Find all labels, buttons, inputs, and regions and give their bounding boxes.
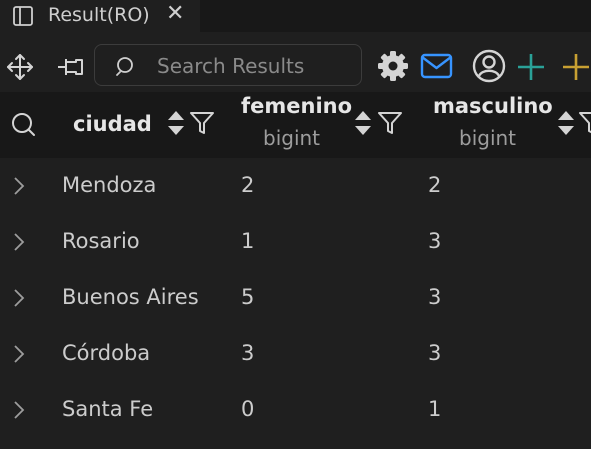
filter-icon[interactable]	[377, 110, 403, 136]
search-input[interactable]	[155, 51, 359, 81]
cell-ciudad: Santa Fe	[62, 397, 154, 421]
cell-femenino: 5	[241, 285, 255, 309]
gear-icon[interactable]	[377, 50, 409, 82]
search-box[interactable]	[94, 44, 362, 86]
column-type-femenino: bigint	[263, 126, 321, 150]
cell-ciudad: Córdoba	[62, 341, 151, 365]
result-table-body: Mendoza 2 2 Rosario 1 3 Buenos Aires 5 3…	[0, 158, 591, 438]
table-row[interactable]: Córdoba 3 3	[0, 326, 591, 382]
chevron-right-icon[interactable]	[12, 175, 26, 197]
cell-masculino: 3	[428, 341, 442, 365]
column-header-ciudad[interactable]: ciudad	[73, 112, 152, 136]
chevron-right-icon[interactable]	[12, 343, 26, 365]
move-icon[interactable]	[5, 52, 35, 82]
cell-femenino: 0	[241, 397, 255, 421]
tab-bar: Result(RO) ✕	[0, 0, 591, 32]
sort-icon[interactable]	[166, 108, 186, 138]
sort-icon[interactable]	[556, 108, 576, 138]
cell-ciudad: Buenos Aires	[62, 285, 199, 309]
table-row[interactable]: Santa Fe 0 1	[0, 382, 591, 438]
pin-icon[interactable]	[56, 54, 86, 80]
split-panel-icon	[13, 6, 33, 26]
cell-femenino: 2	[241, 173, 255, 197]
column-header-femenino[interactable]: femenino	[241, 94, 352, 118]
add-alt-icon[interactable]	[561, 52, 591, 82]
filter-icon[interactable]	[189, 110, 215, 136]
cell-ciudad: Mendoza	[62, 173, 157, 197]
chevron-right-icon[interactable]	[12, 231, 26, 253]
table-header: ciudad femenino bigint masculino bigint	[0, 92, 591, 158]
chevron-right-icon[interactable]	[12, 287, 26, 309]
cell-ciudad: Rosario	[62, 229, 140, 253]
table-row[interactable]: Mendoza 2 2	[0, 158, 591, 214]
search-icon[interactable]	[10, 111, 36, 137]
account-icon[interactable]	[472, 49, 506, 83]
column-type-masculino: bigint	[459, 126, 517, 150]
search-icon	[116, 57, 133, 76]
tab-result[interactable]: Result(RO) ✕	[0, 0, 200, 32]
tab-title: Result(RO)	[48, 4, 150, 26]
cell-masculino: 1	[428, 397, 442, 421]
table-row[interactable]: Rosario 1 3	[0, 214, 591, 270]
sort-icon[interactable]	[353, 108, 373, 138]
cell-femenino: 3	[241, 341, 255, 365]
close-icon[interactable]: ✕	[166, 1, 184, 26]
filter-icon[interactable]	[578, 110, 591, 136]
cell-masculino: 3	[428, 285, 442, 309]
table-row[interactable]: Buenos Aires 5 3	[0, 270, 591, 326]
add-icon[interactable]	[516, 52, 546, 82]
cell-masculino: 2	[428, 173, 442, 197]
cell-femenino: 1	[241, 229, 255, 253]
chevron-right-icon[interactable]	[12, 399, 26, 421]
cell-masculino: 3	[428, 229, 442, 253]
toolbar	[0, 32, 591, 92]
column-header-masculino[interactable]: masculino	[433, 94, 553, 118]
mail-icon[interactable]	[420, 53, 453, 79]
